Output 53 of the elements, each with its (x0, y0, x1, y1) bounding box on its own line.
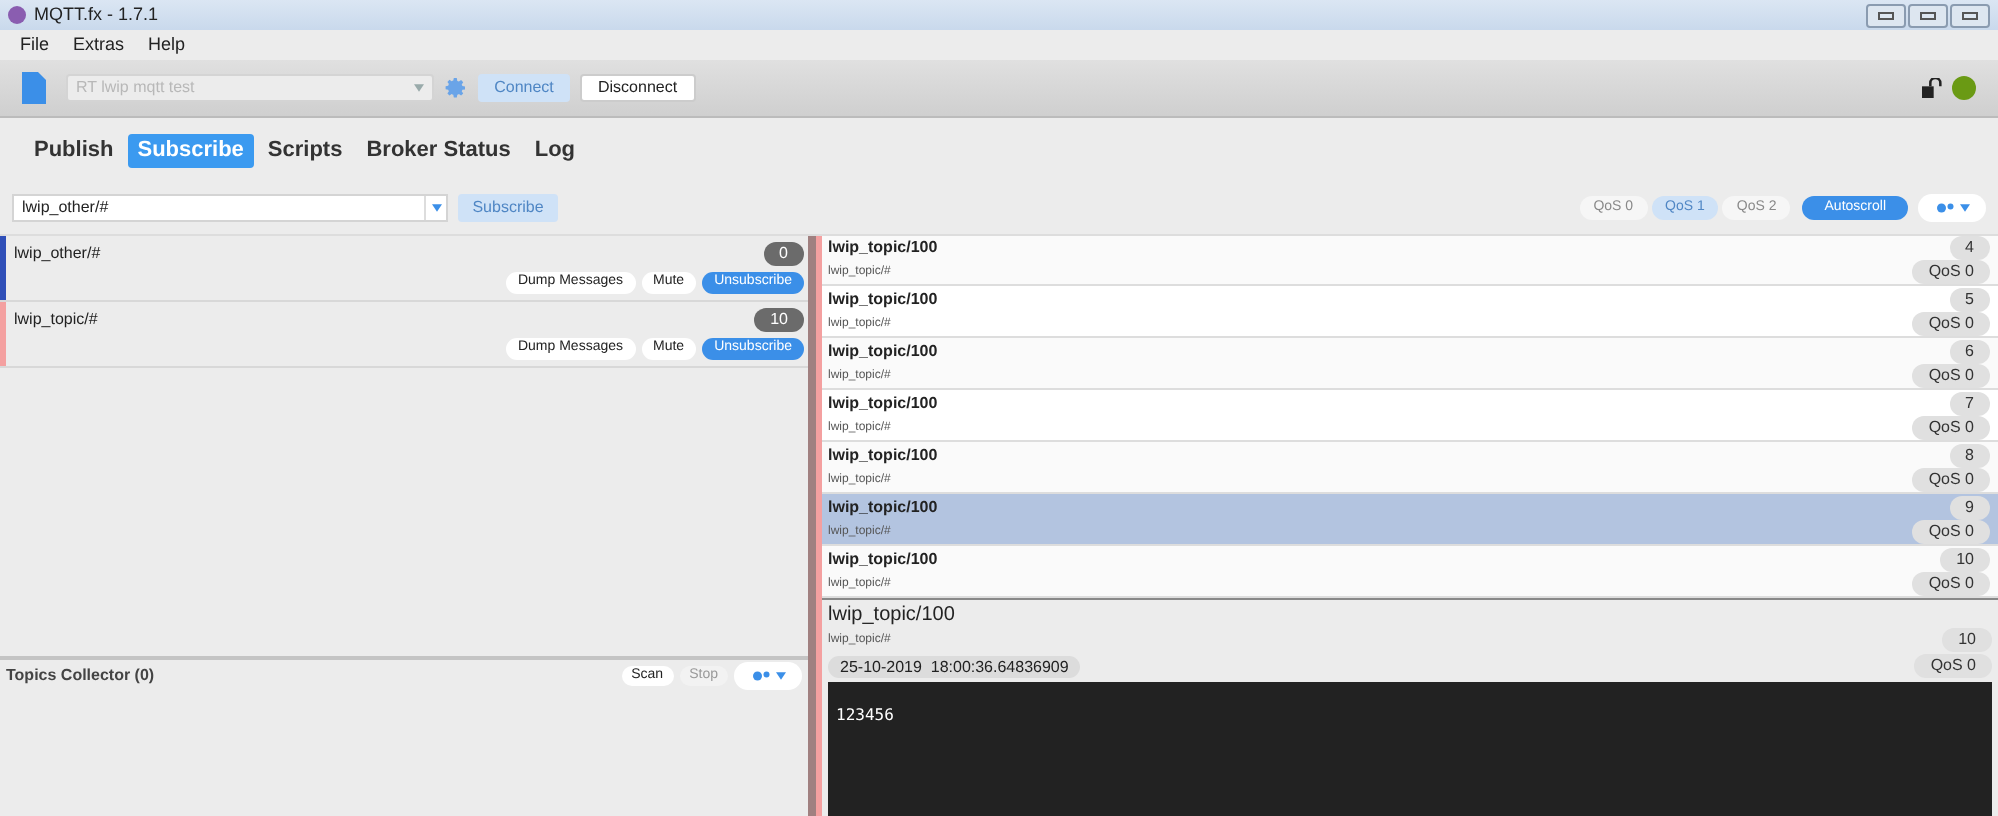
qos-label: QoS 0 (1912, 520, 1990, 544)
message-number: 10 (1940, 547, 1990, 571)
qos-label: QoS 0 (1912, 312, 1990, 336)
qos-label: QoS 0 (1912, 416, 1990, 440)
qos-label: QoS 0 (1912, 468, 1990, 492)
restore-button[interactable] (1908, 3, 1948, 27)
qos-label: QoS 0 (1912, 364, 1990, 388)
message-count: 0 (763, 242, 804, 266)
message-timestamp: 25-10-2019 18:00:36.64836909 (828, 655, 1081, 677)
message-number: 10 (1942, 628, 1992, 652)
message-topic: lwip_topic/100 (828, 339, 938, 363)
qos-label: QoS 0 (1912, 572, 1990, 596)
caret-icon (431, 204, 441, 212)
message-number: 9 (1949, 495, 1990, 519)
message-number: 4 (1949, 236, 1990, 259)
message-number: 6 (1949, 339, 1990, 363)
qos-label: QoS 0 (1912, 260, 1990, 284)
message-topic: lwip_topic/100 (828, 391, 938, 415)
settings-menu-button[interactable] (1918, 194, 1986, 222)
subscription-topic: lwip_topic/# (14, 308, 98, 332)
document-icon (22, 72, 46, 104)
message-count: 10 (754, 308, 804, 332)
detail-topic: lwip_topic/100 (828, 604, 957, 628)
topics-collector-title: Topics Collector (0) (6, 664, 155, 688)
message-number: 7 (1949, 391, 1990, 415)
tab[interactable]: Broker Status (356, 133, 521, 167)
message-topic: lwip_topic/100 (828, 287, 938, 311)
menu-item[interactable]: Help (148, 31, 186, 59)
menu-item[interactable]: Extras (73, 31, 125, 59)
subscription-topic: lwip_other/# (14, 242, 101, 266)
tab[interactable]: Scripts (257, 133, 353, 167)
caret-icon (414, 84, 424, 92)
topic-field[interactable]: lwip_other/# (12, 194, 448, 222)
window-title: MQTT.fx - 1.7.1 (34, 1, 159, 28)
caret-icon (776, 672, 786, 680)
caret-icon (1960, 204, 1970, 212)
unlocked-padlock-icon (1922, 78, 1942, 98)
tab[interactable]: Publish (24, 133, 124, 167)
tab[interactable]: Log (524, 133, 586, 167)
message-number: 5 (1949, 287, 1990, 311)
qos-label: QoS 0 (1914, 654, 1992, 678)
payload-text: 123456 (836, 706, 894, 724)
minimize-button[interactable] (1866, 3, 1906, 27)
disconnect-button[interactable]: Disconnect (580, 74, 696, 102)
app-icon (8, 6, 26, 24)
message-number: 8 (1949, 443, 1990, 467)
message-topic: lwip_topic/100 (828, 547, 938, 571)
gear-icon (444, 76, 468, 100)
message-topic: lwip_topic/100 (828, 495, 938, 519)
settings-menu-button[interactable] (734, 662, 802, 690)
menu-item[interactable]: File (20, 31, 50, 59)
message-topic: lwip_topic/100 (828, 236, 938, 259)
message-topic: lwip_topic/100 (828, 443, 938, 467)
